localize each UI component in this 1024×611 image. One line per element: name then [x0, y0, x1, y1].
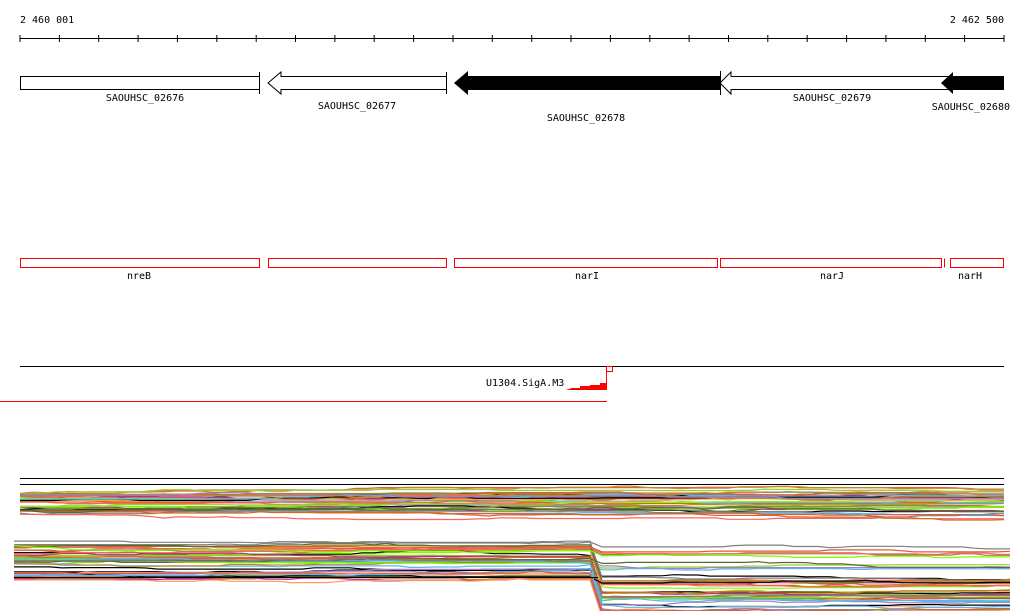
motif-site-marker[interactable]: [606, 366, 613, 372]
feature-narI[interactable]: narI: [454, 258, 718, 283]
gene-SAOUHSC_02678[interactable]: SAOUHSC_02678: [454, 71, 720, 124]
gene-label: SAOUHSC_02677: [318, 101, 396, 112]
gene-label: SAOUHSC_02678: [547, 113, 625, 124]
feature-label: narH: [958, 271, 982, 282]
feature-nreB[interactable]: nreB: [20, 258, 260, 283]
gene-SAOUHSC_02676[interactable]: SAOUHSC_02676: [20, 72, 260, 104]
feature-narH[interactable]: narH: [944, 258, 1004, 283]
gene-label: SAOUHSC_02676: [106, 93, 184, 104]
motif-label[interactable]: U1304.SigA.M3: [486, 378, 564, 389]
coordinate-ruler: 2 460 001 2 462 500: [19, 15, 1005, 42]
feature-narJ[interactable]: narJ: [720, 258, 942, 283]
feature-label: narJ: [820, 271, 844, 282]
motif-logo-icon: [566, 383, 606, 390]
feature-label: narI: [575, 271, 599, 282]
gene-SAOUHSC_02677[interactable]: SAOUHSC_02677: [267, 70, 447, 112]
gene-track: SAOUHSC_02676 SAOUHSC_02677 SAOUHSC_0267…: [20, 70, 1010, 124]
gene-label: SAOUHSC_02680: [932, 102, 1010, 113]
ruler-end-label: 2 462 500: [950, 15, 1004, 26]
feature-track: nreB narI narJ narH: [20, 258, 1004, 283]
motif-track: U1304.SigA.M3: [0, 366, 1004, 402]
gene-SAOUHSC_02679[interactable]: SAOUHSC_02679: [719, 70, 951, 104]
feature-unnamed[interactable]: [268, 258, 447, 268]
feature-label: nreB: [127, 271, 151, 282]
ruler-start-label: 2 460 001: [20, 15, 74, 26]
gene-label: SAOUHSC_02679: [793, 93, 871, 104]
genome-browser-canvas: 2 460 001 2 462 500 SAOUHSC_02676 SAOUHS…: [0, 15, 1011, 611]
expression-profile-track: [13, 478, 1011, 611]
